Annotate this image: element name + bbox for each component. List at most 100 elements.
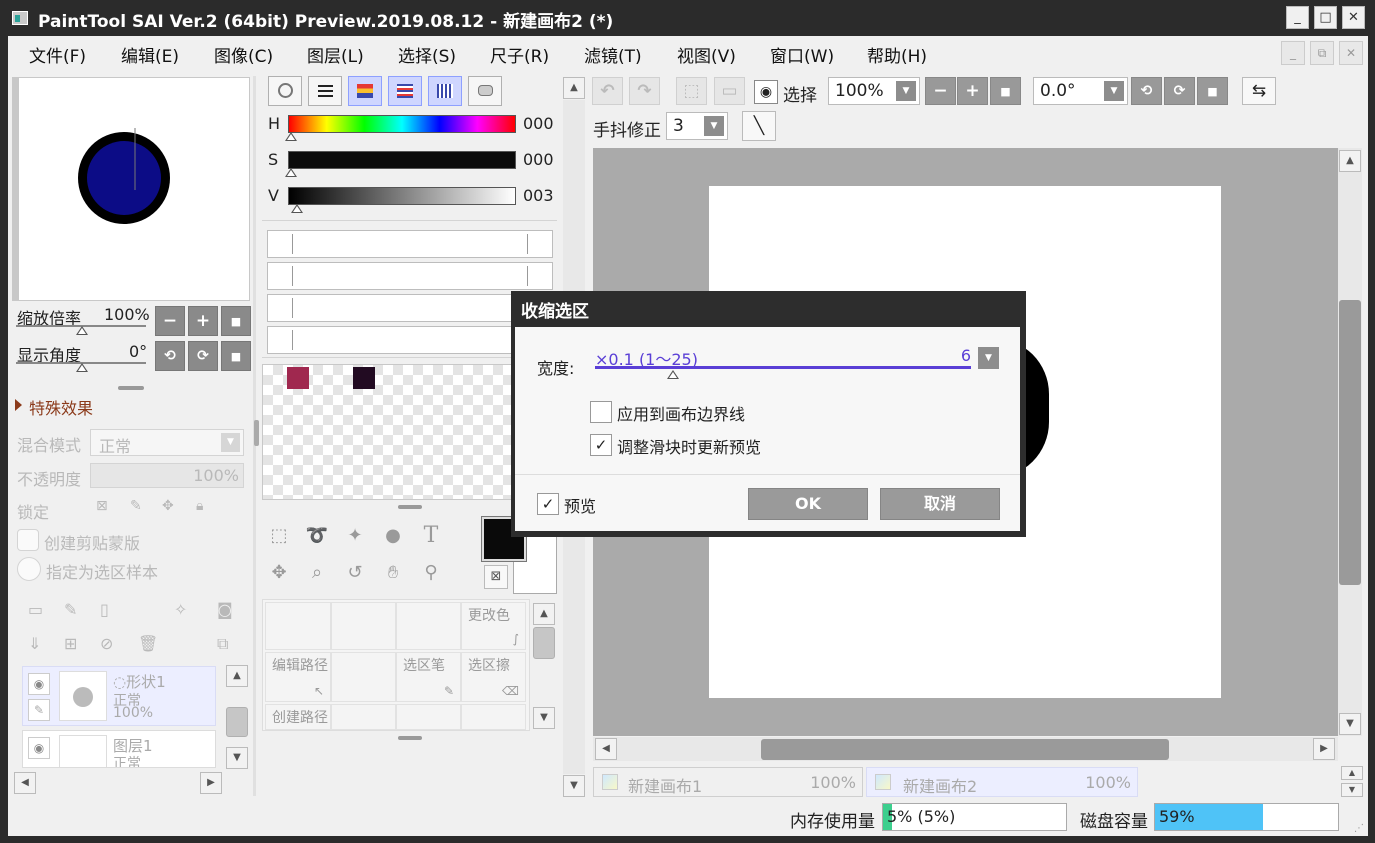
new-linework-icon[interactable]: ✎ xyxy=(64,600,77,619)
panel-scroll-up[interactable]: ▲ xyxy=(563,77,585,99)
layer-options-icon[interactable]: ⧉ xyxy=(217,634,228,654)
layer-row-layer1[interactable]: ◉ 图层1 正常 xyxy=(22,730,216,768)
canvas-hscroll-thumb[interactable] xyxy=(761,739,1169,760)
zoom-icon[interactable]: ⌕ xyxy=(301,557,333,589)
menu-ruler[interactable]: 尺子(R) xyxy=(490,42,549,67)
layer-scroll-right[interactable]: ▶ xyxy=(200,772,222,794)
pencil-icon[interactable]: ✎ xyxy=(28,699,50,721)
tab-canvas2[interactable]: 新建画布2 100% xyxy=(866,767,1138,797)
clip-checkbox[interactable] xyxy=(17,529,39,551)
zoom-slider-handle[interactable] xyxy=(76,326,88,335)
effect-icon[interactable]: ✧ xyxy=(174,600,187,619)
redo-button[interactable]: ↷ xyxy=(629,77,660,105)
brush-select-eraser[interactable]: 选区擦 ⌫ xyxy=(461,652,526,702)
angle-slider-handle[interactable] xyxy=(76,363,88,372)
canvas-scroll-right[interactable]: ▶ xyxy=(1313,738,1335,760)
hue-slider-handle[interactable] xyxy=(285,132,297,141)
menu-edit[interactable]: 编辑(E) xyxy=(121,42,179,67)
mdi-minimize-button[interactable]: _ xyxy=(1281,41,1305,65)
navigator-scrollbar[interactable] xyxy=(13,78,19,300)
hue-slider[interactable] xyxy=(288,115,516,133)
rotate-right-button[interactable]: ⟳ xyxy=(188,341,218,371)
hand-icon[interactable]: ✋︎ xyxy=(377,557,409,589)
resize-grip-icon[interactable]: ⋰ xyxy=(1354,823,1364,834)
canvas-vscroll-thumb[interactable] xyxy=(1339,300,1361,585)
new-folder-icon[interactable]: ▯ xyxy=(100,600,109,619)
visibility-eye-icon[interactable]: ◉ xyxy=(28,737,50,759)
brush-slot-empty[interactable] xyxy=(331,602,396,650)
rgb-sliders-button[interactable] xyxy=(308,76,342,106)
shape-icon[interactable]: ● xyxy=(377,520,409,552)
move-icon[interactable]: ✥ xyxy=(263,557,295,589)
canvas-rotate-left-button[interactable]: ⟲ xyxy=(1131,77,1162,105)
panel-splitter[interactable] xyxy=(398,505,422,509)
navigator-preview[interactable] xyxy=(12,77,250,301)
eyedropper-icon[interactable]: ⚲ xyxy=(415,557,447,589)
maximize-button[interactable]: □ xyxy=(1314,6,1337,29)
width-slider-track[interactable] xyxy=(595,366,971,369)
mixer-slot-2[interactable] xyxy=(267,262,553,290)
blend-mode-select[interactable]: 正常 ▼ xyxy=(90,429,244,456)
flip-horizontal-icon[interactable]: ⇆ xyxy=(1242,77,1276,105)
brush-scroll-thumb[interactable] xyxy=(533,627,555,659)
copy-layer-icon[interactable]: ⊞ xyxy=(64,634,77,653)
canvas-rotate-reset-button[interactable]: ■ xyxy=(1197,77,1228,105)
width-dropdown-arrow[interactable]: ▼ xyxy=(978,347,999,369)
update-preview-checkbox[interactable]: ✓ xyxy=(590,434,612,456)
menu-layer[interactable]: 图层(L) xyxy=(307,42,364,67)
saturation-slider-handle[interactable] xyxy=(285,168,297,177)
layer-row-shape1[interactable]: ◉ ✎ ◌︎形状1 正常 100% xyxy=(22,666,216,726)
layer-scroll-down[interactable]: ▼ xyxy=(226,747,248,769)
effects-label[interactable]: 特殊效果 xyxy=(29,395,93,419)
menu-image[interactable]: 图像(C) xyxy=(214,42,273,67)
brush-edit-path[interactable]: 编辑路径 ↖ xyxy=(265,652,331,702)
brush-slot-empty[interactable] xyxy=(331,704,396,730)
mixer-slot-1[interactable] xyxy=(267,230,553,258)
apply-border-checkbox[interactable] xyxy=(590,401,612,423)
width-slider-handle[interactable] xyxy=(667,370,680,379)
canvas-zoom-out-button[interactable]: − xyxy=(925,77,956,105)
straight-line-icon[interactable]: ╲ xyxy=(742,111,776,141)
tabs-scroll-up[interactable]: ▲ xyxy=(1341,766,1363,780)
swatch-1[interactable] xyxy=(287,367,309,389)
layer-scroll-thumb[interactable] xyxy=(226,707,248,737)
swatch-2[interactable] xyxy=(353,367,375,389)
zoom-in-button[interactable]: + xyxy=(188,306,218,336)
minimize-button[interactable]: _ xyxy=(1286,6,1309,29)
color-mixer-button[interactable] xyxy=(388,76,422,106)
menu-help[interactable]: 帮助(H) xyxy=(867,42,927,67)
preview-checkbox[interactable]: ✓ xyxy=(537,493,559,515)
hsv-sliders-button[interactable] xyxy=(348,76,382,106)
opacity-slider[interactable]: 100% xyxy=(90,463,244,488)
brush-slot-empty[interactable] xyxy=(461,704,526,730)
zoom-out-button[interactable]: − xyxy=(155,306,185,336)
angle-reset-button[interactable]: ■ xyxy=(221,341,251,371)
rotate-left-button[interactable]: ⟲ xyxy=(155,341,185,371)
scratchpad-button[interactable] xyxy=(468,76,502,106)
width-slider[interactable]: ×0.1 (1～25) 6 xyxy=(595,344,971,379)
deselect-button[interactable]: ⬚ xyxy=(676,77,707,105)
zoom-dropdown[interactable]: 100% ▼ xyxy=(828,77,920,105)
menu-filter[interactable]: 滤镜(T) xyxy=(584,42,642,67)
tab-canvas1[interactable]: 新建画布1 100% xyxy=(593,767,863,797)
brush-create-path[interactable]: 创建路径 xyxy=(265,704,331,730)
angle-dropdown[interactable]: 0.0° ▼ xyxy=(1033,77,1128,105)
lock-move-icon[interactable]: ✥ xyxy=(162,498,174,514)
swap-colors-icon[interactable]: ⊠ xyxy=(484,565,508,589)
rect-select-icon[interactable]: ⬚ xyxy=(263,520,295,552)
lasso-icon[interactable]: ➰ xyxy=(301,520,333,552)
text-tool-icon[interactable]: T xyxy=(415,520,447,552)
canvas-scroll-down[interactable]: ▼ xyxy=(1339,713,1361,735)
stabilizer-dropdown[interactable]: 3 ▼ xyxy=(666,112,728,140)
undo-button[interactable]: ↶ xyxy=(592,77,623,105)
sample-radio[interactable] xyxy=(17,557,41,581)
panel-splitter-vertical[interactable] xyxy=(254,420,259,446)
lock-transparency-icon[interactable]: ⊠ xyxy=(96,498,108,514)
brush-scroll-down[interactable]: ▼ xyxy=(533,707,555,729)
menu-view[interactable]: 视图(V) xyxy=(677,42,736,67)
zoom-reset-button[interactable]: ■ xyxy=(221,306,251,336)
canvas-scroll-up[interactable]: ▲ xyxy=(1339,150,1361,172)
menu-file[interactable]: 文件(F) xyxy=(29,42,86,67)
brush-slot-empty[interactable] xyxy=(396,704,461,730)
brush-slot-empty[interactable] xyxy=(265,602,331,650)
